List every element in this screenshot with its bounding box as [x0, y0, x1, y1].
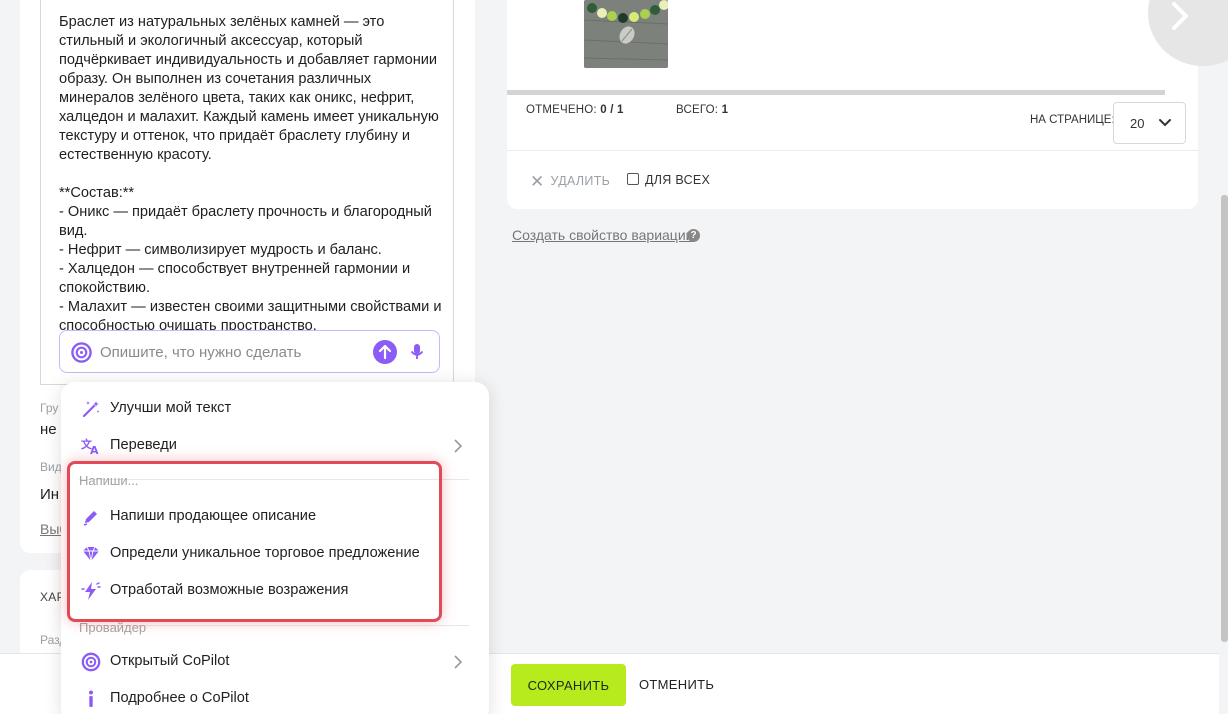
bracelet-image [584, 0, 668, 68]
copilot-prompt-box[interactable] [59, 330, 440, 373]
product-thumbnail[interactable] [584, 0, 668, 68]
copilot-icon [81, 652, 101, 672]
copilot-prompt-input[interactable] [100, 341, 365, 363]
description-editor[interactable]: Браслет из натуральных зелёных камней — … [40, 0, 454, 385]
menu-item-about-copilot[interactable]: Подробнее о CoPilot [81, 684, 471, 714]
per-page-label: НА СТРАНИЦЕ: [1030, 114, 1115, 126]
chevron-right-icon [454, 655, 463, 669]
menu-item-label: Улучши мой текст [110, 400, 232, 416]
per-page-select[interactable]: 20 [1113, 102, 1186, 144]
menu-item-usp[interactable]: Определи уникальное торговое предложение [81, 539, 471, 569]
translate-icon: 文 A [81, 437, 99, 456]
send-button[interactable] [373, 340, 397, 364]
cancel-button[interactable]: ОТМЕНИТЬ [639, 677, 714, 692]
copilot-logo-icon [71, 342, 92, 363]
field-label: Гру [40, 401, 59, 415]
chevron-right-icon [454, 439, 463, 453]
menu-item-selling-description[interactable]: Напиши продающее описание [81, 502, 471, 532]
editor-text[interactable]: Браслет из натуральных зелёных камней — … [59, 13, 444, 336]
delete-button[interactable]: ✕ УДАЛИТЬ [530, 172, 610, 192]
microphone-icon[interactable] [408, 342, 426, 362]
copilot-menu: Улучши мой текст 文 A Переведи Напиши... … [61, 382, 489, 714]
close-icon: ✕ [530, 172, 545, 191]
arrow-up-icon [378, 344, 392, 360]
vertical-scrollbar[interactable] [1221, 195, 1228, 642]
menu-item-improve-text[interactable]: Улучши мой текст [81, 394, 471, 424]
editor-toolbar [41, 0, 453, 7]
svg-text:A: A [90, 444, 99, 456]
menu-item-label: Открытый CoPilot [110, 653, 230, 669]
per-page-value: 20 [1130, 116, 1145, 131]
menu-item-label: Отработай возможные возражения [110, 582, 349, 598]
field-value[interactable]: Ин [40, 486, 59, 503]
menu-section-provider: Провайдер [79, 620, 147, 635]
menu-item-translate[interactable]: 文 A Переведи [81, 431, 471, 461]
menu-item-label: Определи уникальное торговое предложение [110, 545, 420, 561]
divider [507, 150, 1198, 151]
menu-item-open-copilot[interactable]: Открытый CoPilot [81, 647, 471, 677]
for-all-checkbox[interactable]: ДЛЯ ВСЕХ [627, 173, 710, 187]
field-label: Вид [40, 460, 62, 474]
horizontal-scrollbar[interactable] [507, 90, 1165, 95]
help-icon[interactable]: ? [687, 229, 700, 242]
menu-item-label: Напиши продающее описание [110, 508, 317, 524]
total-count: ВСЕГО: 1 [676, 104, 729, 116]
field-value[interactable]: не [40, 421, 57, 438]
create-variation-link[interactable]: Создать свойство вариации [512, 227, 693, 243]
menu-item-label: Подробнее о CoPilot [110, 690, 249, 706]
pen-icon [83, 511, 97, 526]
chevron-right-icon [1172, 2, 1188, 30]
diamond-icon [83, 546, 99, 562]
magic-wand-icon [82, 401, 100, 418]
menu-item-label: Переведи [110, 437, 177, 453]
checkbox[interactable] [627, 173, 639, 185]
selected-count: ОТМЕЧЕНО: 0 / 1 [526, 104, 624, 116]
info-icon [89, 690, 93, 707]
lightning-icon [81, 582, 101, 600]
menu-item-objections[interactable]: Отработай возможные возражения [81, 576, 471, 606]
menu-section-write: Напиши... [79, 473, 139, 488]
save-button[interactable]: СОХРАНИТЬ [511, 664, 626, 706]
chevron-down-icon [1159, 119, 1171, 127]
